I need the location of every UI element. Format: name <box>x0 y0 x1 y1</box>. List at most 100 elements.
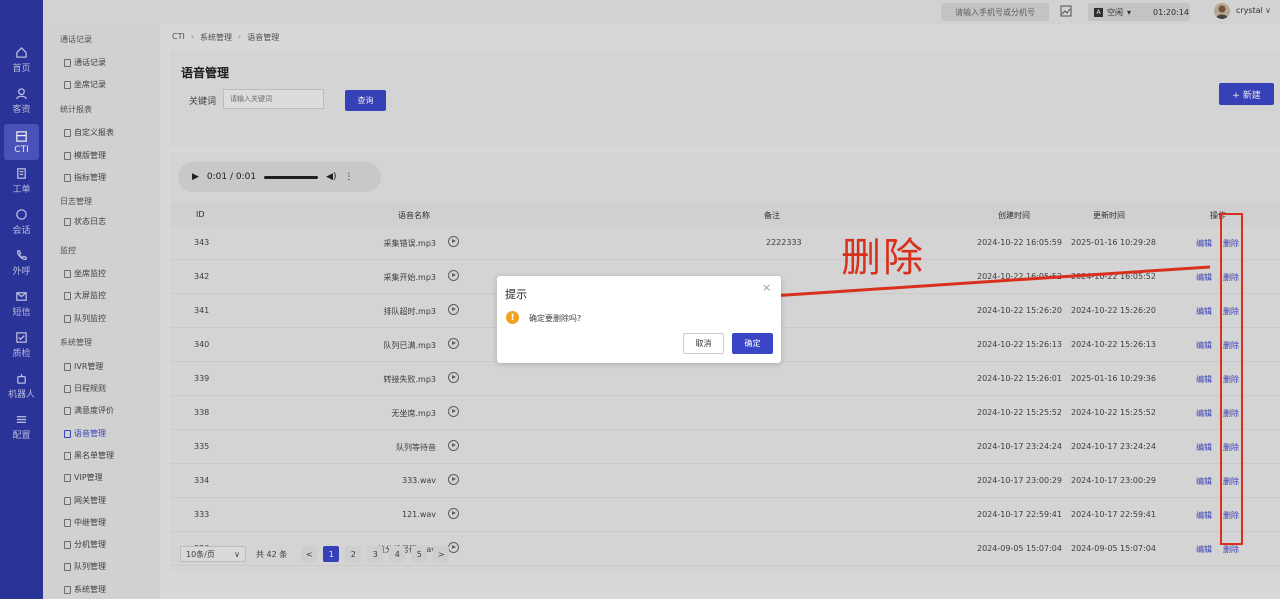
chevron-down-icon[interactable]: ∨ <box>1265 6 1271 15</box>
nav-item-robot[interactable]: 机器人 <box>0 368 43 404</box>
page-button[interactable]: 5 <box>411 546 428 562</box>
play-circle-icon[interactable] <box>448 338 459 349</box>
play-circle-icon[interactable] <box>448 542 459 553</box>
edit-link[interactable]: 编辑 <box>1196 238 1212 249</box>
menu-item-trunk[interactable]: 中继管理 <box>64 517 106 528</box>
nav-item-outbound[interactable]: 外呼 <box>0 245 43 281</box>
audio-progress[interactable] <box>264 175 319 179</box>
nav-item-customer[interactable]: 客资 <box>0 83 43 119</box>
menu-item-label: 分机管理 <box>74 540 106 549</box>
menu-item-voice[interactable]: 语音管理 <box>64 428 106 439</box>
image-icon[interactable] <box>1059 4 1073 18</box>
play-circle-icon[interactable] <box>448 440 459 451</box>
menu-item-template[interactable]: 模版管理 <box>64 150 106 161</box>
menu-item-vip[interactable]: VIP管理 <box>64 472 103 483</box>
confirm-button[interactable]: 确定 <box>732 333 773 354</box>
menu-item-screen-monitor[interactable]: 大屏监控 <box>64 290 106 301</box>
document-icon <box>64 314 71 323</box>
edit-link[interactable]: 编辑 <box>1196 374 1212 385</box>
play-circle-icon[interactable] <box>448 304 459 315</box>
avatar[interactable] <box>1214 3 1230 19</box>
quality-icon <box>16 332 27 343</box>
menu-item-queue-monitor[interactable]: 队列监控 <box>64 313 106 324</box>
cell-updated: 2024-10-22 15:25:52 <box>1071 408 1156 417</box>
menu-item-seat-monitor[interactable]: 坐席监控 <box>64 268 106 279</box>
agent-status-select[interactable]: A 空闲 ▾ 01:20:14 <box>1088 3 1190 21</box>
menu-item-queue[interactable]: 队列管理 <box>64 561 106 572</box>
cell-id: 339 <box>194 374 210 383</box>
play-circle-icon[interactable] <box>448 270 459 281</box>
breadcrumb: CTI › 系统管理 › 语音管理 <box>172 32 279 43</box>
menu-item-seat-records[interactable]: 坐席记录 <box>64 79 106 90</box>
nav-label: 会话 <box>12 226 31 236</box>
edit-link[interactable]: 编辑 <box>1196 306 1212 317</box>
menu-item-label: 日程规则 <box>74 384 106 393</box>
delete-link[interactable]: 删除 <box>1223 544 1239 555</box>
breadcrumb-item[interactable]: 系统管理 <box>200 32 232 43</box>
col-updated: 更新时间 <box>1093 211 1125 220</box>
nav-item-quality[interactable]: 质检 <box>0 327 43 363</box>
menu-item-status-log[interactable]: 状态日志 <box>64 216 106 227</box>
menu-item-custom-report[interactable]: 自定义报表 <box>64 127 114 138</box>
menu-item-gateway[interactable]: 网关管理 <box>64 495 106 506</box>
edit-link[interactable]: 编辑 <box>1196 340 1212 351</box>
play-circle-icon[interactable] <box>448 372 459 383</box>
menu-item-blacklist[interactable]: 黑名单管理 <box>64 450 114 461</box>
annotation-highlight-box <box>1220 213 1243 545</box>
menu-item-metrics[interactable]: 指标管理 <box>64 172 106 183</box>
phone-search-input[interactable]: 请输入手机号或分机号 <box>941 3 1049 21</box>
cell-created: 2024-10-17 23:24:24 <box>977 442 1062 451</box>
edit-link[interactable]: 编辑 <box>1196 272 1212 283</box>
search-button[interactable]: 查询 <box>345 90 386 111</box>
menu-item-schedule[interactable]: 日程规则 <box>64 383 106 394</box>
cell-name: 队列已满.mp3 <box>383 341 436 350</box>
more-vertical-icon[interactable]: ⋮ <box>345 172 354 182</box>
document-icon <box>64 540 71 549</box>
cell-created: 2024-10-22 15:25:52 <box>977 408 1062 417</box>
menu-item-satisfaction[interactable]: 满意度评价 <box>64 405 114 416</box>
play-circle-icon[interactable] <box>448 236 459 247</box>
menu-item-call-records[interactable]: 通话记录 <box>64 57 106 68</box>
edit-link[interactable]: 编辑 <box>1196 544 1212 555</box>
prev-page-button[interactable]: < <box>301 546 318 562</box>
cell-created: 2024-09-05 15:07:04 <box>977 544 1062 553</box>
edit-link[interactable]: 编辑 <box>1196 442 1212 453</box>
play-circle-icon[interactable] <box>448 474 459 485</box>
total-count: 共 42 条 <box>256 549 288 559</box>
nav-item-chat[interactable]: 会话 <box>0 204 43 240</box>
breadcrumb-item[interactable]: CTI <box>172 32 185 43</box>
page-button[interactable]: 2 <box>345 546 362 562</box>
pagination: 10条/页 ∨ 共 42 条 < 1 2 3 4 5 > <box>180 546 450 562</box>
play-icon[interactable]: ▶ <box>192 172 199 182</box>
nav-item-home[interactable]: 首页 <box>0 42 43 78</box>
nav-item-sms[interactable]: 短信 <box>0 286 43 322</box>
nav-item-config[interactable]: 配置 <box>0 409 43 445</box>
edit-link[interactable]: 编辑 <box>1196 476 1212 487</box>
col-created: 创建时间 <box>998 211 1030 220</box>
username[interactable]: crystal <box>1236 6 1263 15</box>
keyword-input[interactable] <box>223 89 324 109</box>
next-page-button[interactable]: > <box>433 546 450 562</box>
top-bar: 请输入手机号或分机号 A 空闲 ▾ 01:20:14 crystal ∨ <box>43 0 1280 24</box>
edit-link[interactable]: 编辑 <box>1196 408 1212 419</box>
new-button[interactable]: + 新建 <box>1219 83 1274 105</box>
close-icon[interactable]: × <box>762 281 771 294</box>
play-circle-icon[interactable] <box>448 508 459 519</box>
settings-icon <box>16 416 27 423</box>
document-icon <box>64 362 71 371</box>
edit-link[interactable]: 编辑 <box>1196 510 1212 521</box>
nav-item-ticket[interactable]: 工单 <box>0 163 43 199</box>
page-size-select[interactable]: 10条/页 ∨ <box>180 546 246 562</box>
chevron-right-icon: › <box>190 32 195 41</box>
page-button[interactable]: 1 <box>323 546 340 562</box>
page-button[interactable]: 4 <box>389 546 406 562</box>
cancel-button[interactable]: 取消 <box>683 333 724 354</box>
menu-item-ivr[interactable]: IVR管理 <box>64 361 103 372</box>
menu-item-extension[interactable]: 分机管理 <box>64 539 106 550</box>
menu-item-system[interactable]: 系统管理 <box>64 584 106 595</box>
play-circle-icon[interactable] <box>448 406 459 417</box>
audio-player[interactable]: ▶ 0:01 / 0:01 ◀) ⋮ <box>178 162 381 192</box>
page-button[interactable]: 3 <box>367 546 384 562</box>
volume-icon[interactable]: ◀) <box>326 172 336 182</box>
nav-item-cti[interactable]: CTI <box>4 124 39 160</box>
